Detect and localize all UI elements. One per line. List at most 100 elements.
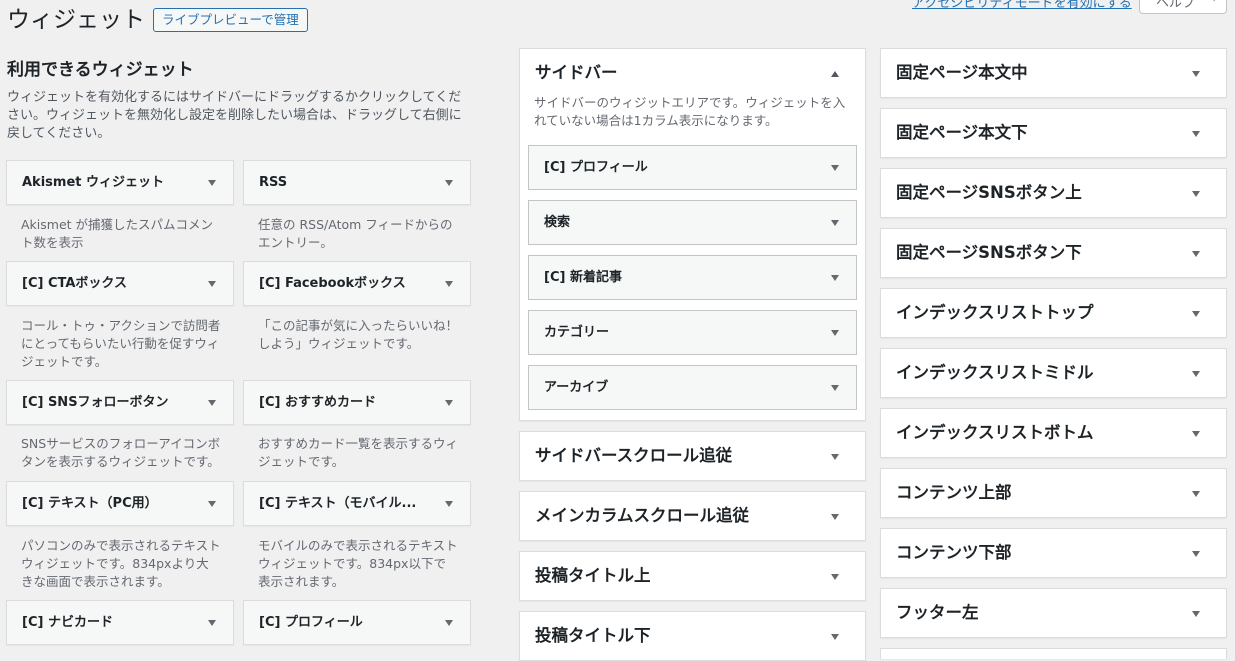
caret-down-icon[interactable] bbox=[831, 220, 839, 226]
caret-down-icon[interactable] bbox=[1192, 431, 1200, 437]
caret-down-icon[interactable] bbox=[208, 281, 216, 287]
widget-title: [C] プロフィール bbox=[544, 160, 648, 175]
widget-area[interactable]: インデックスリストトップ bbox=[880, 288, 1227, 338]
caret-down-icon[interactable] bbox=[1192, 311, 1200, 317]
available-widgets-heading: 利用できるウィジェット bbox=[7, 60, 194, 80]
caret-down-icon[interactable] bbox=[831, 634, 839, 640]
caret-down-icon[interactable] bbox=[1192, 191, 1200, 197]
caret-up-icon[interactable] bbox=[831, 71, 839, 77]
caret-down-icon[interactable] bbox=[445, 501, 453, 507]
widget-description: 「この記事が気に入ったらいいね！しよう」ウィジェットです。 bbox=[258, 318, 459, 351]
caret-down-icon[interactable] bbox=[208, 501, 216, 507]
sidebar-widget-new-posts[interactable]: [C] 新着記事 bbox=[528, 255, 857, 300]
widget-area-description: サイドバーのウィジットエリアです。ウィジェットを入れていない場合は1カラム表示に… bbox=[534, 95, 846, 128]
caret-down-icon[interactable] bbox=[831, 165, 839, 171]
widget-description: SNSサービスのフォローアイコンボタンを表示するウィジェットです。 bbox=[21, 436, 221, 469]
caret-down-icon[interactable] bbox=[208, 620, 216, 626]
widget-title: カテゴリー bbox=[544, 325, 610, 340]
widget-title: [C] Facebookボックス bbox=[259, 276, 406, 291]
widget-area[interactable] bbox=[880, 648, 1227, 659]
caret-down-icon[interactable] bbox=[445, 620, 453, 626]
live-preview-button[interactable]: ライブプレビューで管理 bbox=[153, 8, 308, 32]
widget-area-title: 固定ページSNSボタン上 bbox=[896, 183, 1082, 202]
widget-title: アーカイブ bbox=[544, 380, 609, 395]
caret-down-icon[interactable] bbox=[831, 385, 839, 391]
sidebar-widget-categories[interactable]: カテゴリー bbox=[528, 310, 857, 355]
widget-description: 任意の RSS/Atom フィードからのエントリー。 bbox=[258, 217, 453, 250]
page-title: ウィジェット bbox=[7, 7, 145, 33]
widget-title: Akismet ウィジェット bbox=[22, 175, 165, 190]
widget-area-title: 投稿タイトル上 bbox=[535, 566, 651, 585]
widget-title: [C] おすすめカード bbox=[259, 395, 376, 410]
widget-akismet[interactable]: Akismet ウィジェット bbox=[6, 160, 234, 205]
sidebar-widget-search[interactable]: 検索 bbox=[528, 200, 857, 245]
widget-description: Akismet が捕獲したスパムコメント数を表示 bbox=[21, 217, 214, 250]
widget-area[interactable]: インデックスリストボトム bbox=[880, 408, 1227, 458]
caret-down-icon[interactable] bbox=[1192, 551, 1200, 557]
caret-down-icon[interactable] bbox=[445, 180, 453, 186]
caret-down-icon[interactable] bbox=[1192, 611, 1200, 617]
widget-area[interactable]: 固定ページSNSボタン上 bbox=[880, 168, 1227, 218]
widget-text-mobile[interactable]: [C] テキスト（モバイル... bbox=[243, 481, 471, 526]
caret-down-icon[interactable] bbox=[1192, 131, 1200, 137]
caret-down-icon[interactable] bbox=[445, 281, 453, 287]
widget-area[interactable]: フッター左 bbox=[880, 588, 1227, 638]
widget-area-sidebar[interactable]: サイドバー サイドバーのウィジットエリアです。ウィジェットを入れていない場合は1… bbox=[519, 48, 866, 421]
caret-down-icon[interactable] bbox=[1192, 491, 1200, 497]
widget-area-title: サイドバー bbox=[535, 63, 618, 82]
caret-down-icon[interactable] bbox=[831, 454, 839, 460]
widget-area[interactable]: コンテンツ上部 bbox=[880, 468, 1227, 518]
widget-title: [C] テキスト（PC用） bbox=[22, 496, 158, 511]
caret-down-icon[interactable] bbox=[208, 180, 216, 186]
help-button[interactable]: ヘルプ ▼ bbox=[1139, 0, 1227, 14]
widget-navi-card[interactable]: [C] ナビカード bbox=[6, 600, 234, 645]
widget-title: [C] 新着記事 bbox=[544, 270, 622, 285]
widget-title: 検索 bbox=[544, 215, 571, 230]
widget-sns-follow[interactable]: [C] SNSフォローボタン bbox=[6, 380, 234, 425]
widget-area[interactable]: 投稿タイトル上 bbox=[519, 551, 866, 601]
widget-title: [C] テキスト（モバイル... bbox=[259, 496, 417, 511]
widget-profile[interactable]: [C] プロフィール bbox=[243, 600, 471, 645]
widget-title: [C] プロフィール bbox=[259, 615, 363, 630]
caret-down-icon[interactable] bbox=[445, 400, 453, 406]
caret-down-icon[interactable] bbox=[831, 574, 839, 580]
widget-facebook-box[interactable]: [C] Facebookボックス bbox=[243, 261, 471, 306]
widget-area[interactable]: メインカラムスクロール追従 bbox=[519, 491, 866, 541]
widget-area-title: サイドバースクロール追従 bbox=[535, 446, 733, 465]
widget-area[interactable]: 投稿タイトル下 bbox=[519, 611, 866, 661]
sidebar-widget-archives[interactable]: アーカイブ bbox=[528, 365, 857, 410]
available-widgets-description: ウィジェットを有効化するにはサイドバーにドラッグするかクリックしてください。ウィ… bbox=[7, 90, 462, 141]
widget-area[interactable]: 固定ページSNSボタン下 bbox=[880, 228, 1227, 278]
widget-cta-box[interactable]: [C] CTAボックス bbox=[6, 261, 234, 306]
widget-description: モバイルのみで表示されるテキストウィジェットです。834px以下で表示されます。 bbox=[258, 538, 458, 589]
widget-area-title: 固定ページ本文下 bbox=[896, 123, 1028, 142]
widget-area[interactable]: 固定ページ本文中 bbox=[880, 48, 1227, 98]
widget-area-title: インデックスリストトップ bbox=[896, 303, 1094, 322]
widget-description: パソコンのみで表示されるテキストウィジェットです。834pxより大きな画面で表示… bbox=[21, 538, 221, 589]
accessibility-mode-link[interactable]: アクセシビリティモードを有効にする bbox=[912, 0, 1132, 11]
widget-recommend-card[interactable]: [C] おすすめカード bbox=[243, 380, 471, 425]
caret-down-icon[interactable] bbox=[831, 330, 839, 336]
widget-area-title: メインカラムスクロール追従 bbox=[535, 506, 750, 525]
widget-text-pc[interactable]: [C] テキスト（PC用） bbox=[6, 481, 234, 526]
widget-title: [C] CTAボックス bbox=[22, 276, 128, 291]
widget-area[interactable]: インデックスリストミドル bbox=[880, 348, 1227, 398]
widget-area-title: 固定ページ本文中 bbox=[896, 63, 1028, 82]
caret-down-icon[interactable] bbox=[208, 400, 216, 406]
caret-down-icon[interactable] bbox=[831, 514, 839, 520]
widget-area-title: コンテンツ上部 bbox=[896, 483, 1012, 502]
caret-down-icon[interactable] bbox=[831, 275, 839, 281]
widget-area-title: 投稿タイトル下 bbox=[535, 626, 651, 645]
widget-description: おすすめカード一覧を表示するウィジェットです。 bbox=[258, 436, 459, 469]
widget-rss[interactable]: RSS bbox=[243, 160, 471, 205]
widget-area-title: フッター左 bbox=[896, 603, 979, 622]
caret-down-icon[interactable] bbox=[1192, 71, 1200, 77]
caret-down-icon[interactable] bbox=[1192, 371, 1200, 377]
sidebar-widget-profile[interactable]: [C] プロフィール bbox=[528, 145, 857, 190]
widget-area[interactable]: サイドバースクロール追従 bbox=[519, 431, 866, 481]
widget-title: [C] ナビカード bbox=[22, 615, 113, 630]
widget-area[interactable]: 固定ページ本文下 bbox=[880, 108, 1227, 158]
chevron-down-icon: ▼ bbox=[1210, 0, 1218, 3]
widget-area[interactable]: コンテンツ下部 bbox=[880, 528, 1227, 578]
caret-down-icon[interactable] bbox=[1192, 251, 1200, 257]
